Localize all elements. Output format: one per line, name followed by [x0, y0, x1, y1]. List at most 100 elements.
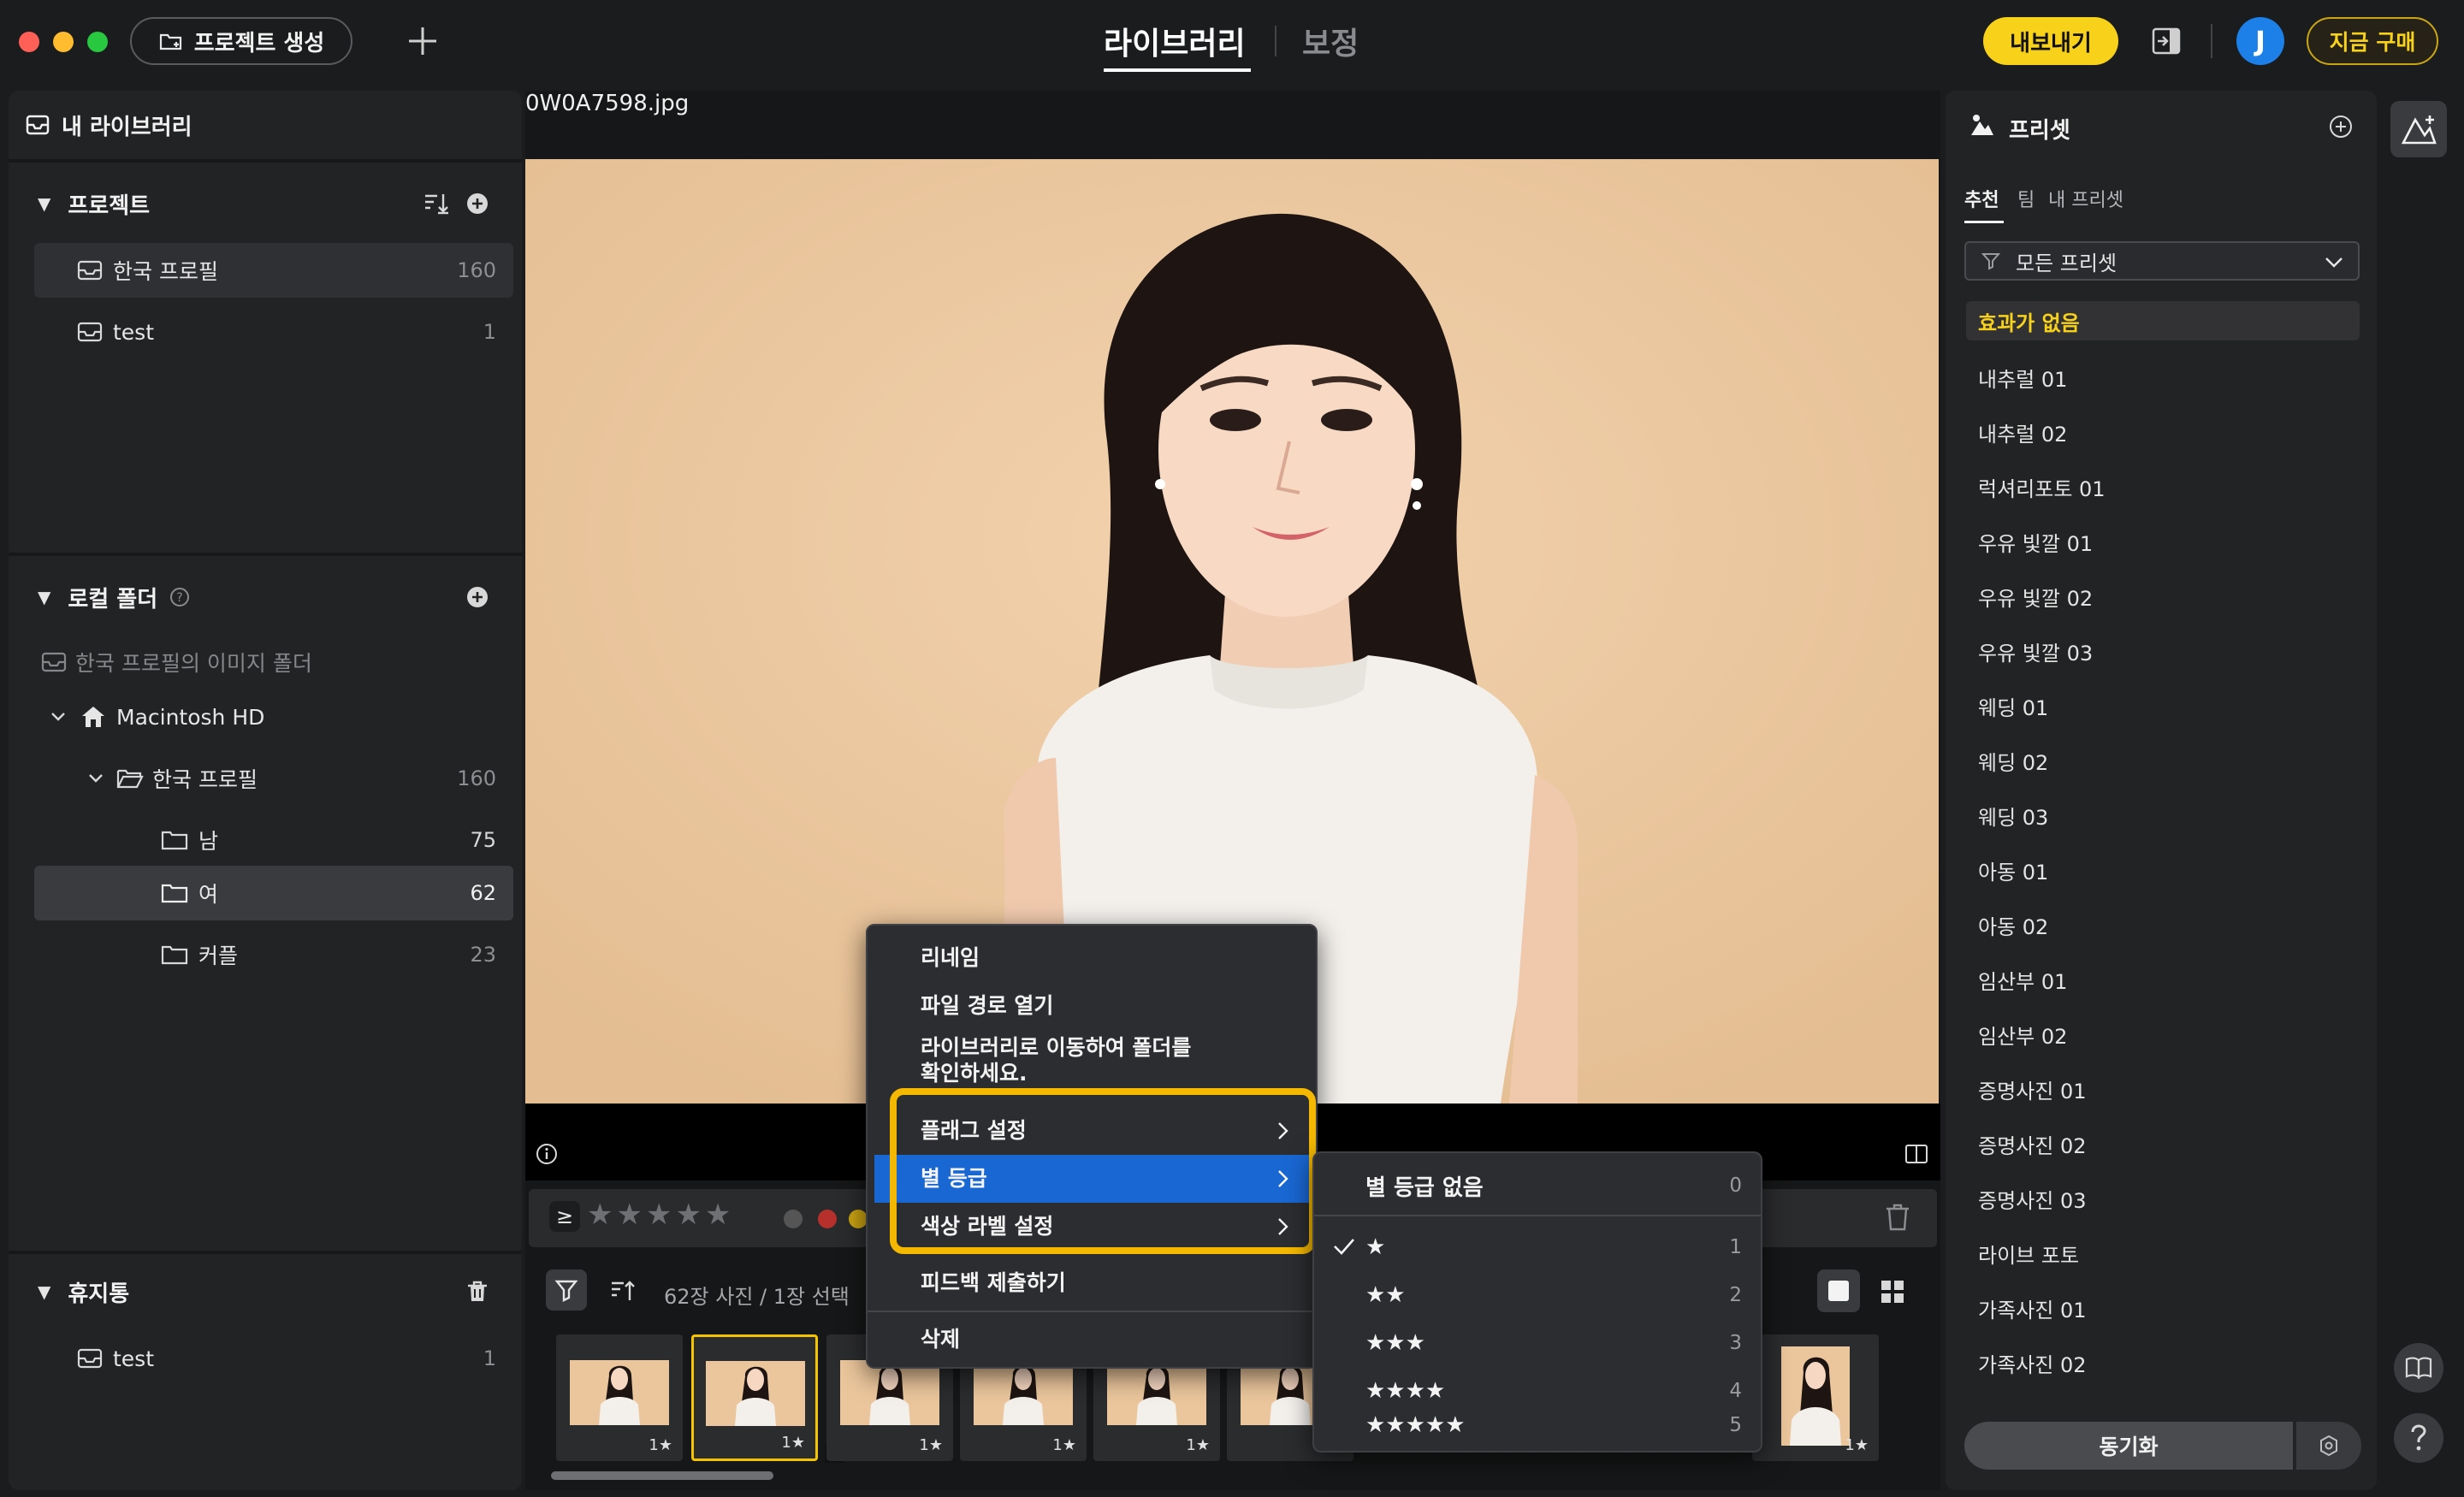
- trash-section-header[interactable]: ▼ 휴지통: [9, 1257, 522, 1326]
- preset-item[interactable]: 증명사진 02: [1966, 1124, 2360, 1163]
- collapse-triangle-icon[interactable]: ▼: [38, 193, 50, 214]
- sync-button[interactable]: 동기화: [1964, 1422, 2293, 1470]
- collapse-triangle-icon[interactable]: ▼: [38, 587, 50, 607]
- submenu-item-1-star[interactable]: ★ 1: [1314, 1223, 1761, 1271]
- project-item-test[interactable]: test 1: [34, 305, 513, 359]
- guide-button[interactable]: [2394, 1343, 2443, 1393]
- active-tab-indicator: [1104, 68, 1251, 72]
- tab-edit[interactable]: 보정: [1302, 19, 1359, 63]
- folder-item-male[interactable]: 남 75: [34, 813, 513, 867]
- tab-team[interactable]: 팀: [2017, 185, 2035, 212]
- export-button[interactable]: 내보내기: [1983, 17, 2118, 65]
- minimize-window-button[interactable]: [53, 32, 74, 52]
- trash-item-test[interactable]: test 1: [34, 1331, 513, 1386]
- drive-item-macintosh-hd[interactable]: Macintosh HD: [34, 689, 513, 744]
- preset-item[interactable]: 가족사진 02: [1966, 1343, 2360, 1382]
- thumbnail[interactable]: 1★: [1752, 1334, 1879, 1461]
- submenu-shortcut: 4: [1729, 1380, 1742, 1402]
- trash-icon[interactable]: [465, 1280, 489, 1304]
- color-label-filter-yellow[interactable]: [849, 1210, 868, 1228]
- chevron-down-icon[interactable]: [50, 708, 67, 725]
- tab-my-presets[interactable]: 내 프리셋: [2048, 185, 2123, 212]
- preset-item[interactable]: 우유 빛깔 02: [1966, 577, 2360, 616]
- avatar[interactable]: J: [2236, 17, 2284, 65]
- presets-rail-button[interactable]: [2390, 101, 2447, 157]
- thumbnail-selected[interactable]: 1★: [691, 1334, 818, 1461]
- color-label-filter-none[interactable]: [784, 1210, 803, 1228]
- add-preset-icon[interactable]: [2329, 115, 2353, 139]
- menu-item-rename[interactable]: 리네임: [868, 939, 1316, 977]
- project-count: 1: [483, 320, 496, 344]
- compare-view-icon[interactable]: [1904, 1143, 1928, 1165]
- folder-hint-icon: [41, 652, 67, 672]
- color-label-filter-red[interactable]: [818, 1210, 837, 1228]
- add-folder-icon[interactable]: [465, 585, 489, 609]
- grid-view-icon[interactable]: [1881, 1280, 1904, 1304]
- thumbnail-rating: 1★: [919, 1436, 943, 1454]
- buy-now-button[interactable]: 지금 구매: [2307, 17, 2438, 65]
- preset-item[interactable]: 우유 빛깔 01: [1966, 522, 2360, 561]
- project-item-korean-profile[interactable]: 한국 프로필 160: [34, 243, 513, 298]
- folder-item-korean-profile[interactable]: 한국 프로필 160: [34, 751, 513, 806]
- menu-item-open-file-path[interactable]: 파일 경로 열기: [868, 987, 1316, 1025]
- preset-item[interactable]: 증명사진 03: [1966, 1179, 2360, 1218]
- preset-item[interactable]: 내추럴 02: [1966, 412, 2360, 452]
- folder-item-couple[interactable]: 커플 23: [34, 927, 513, 982]
- rating-comparator-button[interactable]: ≥: [549, 1201, 580, 1232]
- help-icon[interactable]: ?: [169, 587, 190, 607]
- menu-item-go-to-library[interactable]: 라이브러리로 이동하여 폴더를 확인하세요.: [868, 1035, 1316, 1088]
- local-folders-section-header[interactable]: ▼ 로컬 폴더 ?: [9, 563, 522, 631]
- new-project-button[interactable]: 프로젝트 생성: [130, 17, 352, 65]
- single-view-button[interactable]: [1817, 1269, 1860, 1312]
- tab-library[interactable]: 라이브러리: [1104, 19, 1246, 63]
- preset-filter-label: 모든 프리셋: [2016, 251, 2118, 275]
- preset-item[interactable]: 아동 01: [1966, 850, 2360, 890]
- preset-item[interactable]: 웨딩 03: [1966, 796, 2360, 835]
- preset-item[interactable]: 라이브 포토: [1966, 1234, 2360, 1273]
- preset-filter-dropdown[interactable]: 모든 프리셋: [1964, 241, 2360, 281]
- projects-section-header[interactable]: ▼ 프로젝트: [9, 169, 522, 238]
- folder-item-female[interactable]: 여 62: [34, 866, 513, 920]
- add-tab-button[interactable]: [400, 19, 445, 63]
- tab-recommended[interactable]: 추천: [1964, 185, 1999, 212]
- panel-toggle-icon[interactable]: [2151, 26, 2182, 56]
- preset-item[interactable]: 우유 빛깔 03: [1966, 631, 2360, 671]
- info-icon[interactable]: [536, 1143, 558, 1165]
- divider: [9, 553, 522, 556]
- preset-item[interactable]: 가족사진 01: [1966, 1288, 2360, 1328]
- close-window-button[interactable]: [19, 32, 39, 52]
- sort-icon[interactable]: [423, 190, 450, 217]
- menu-item-go-to-library-line1: 라이브러리로 이동하여 폴더를: [921, 1035, 1192, 1060]
- preset-item[interactable]: 웨딩 02: [1966, 741, 2360, 780]
- menu-item-delete[interactable]: 삭제: [868, 1316, 1316, 1364]
- zoom-window-button[interactable]: [87, 32, 108, 52]
- sync-settings-button[interactable]: [2296, 1422, 2361, 1470]
- add-project-icon[interactable]: [465, 192, 489, 216]
- submenu-item-2-stars[interactable]: ★★ 2: [1314, 1271, 1761, 1319]
- collapse-triangle-icon[interactable]: ▼: [38, 1281, 50, 1302]
- preset-item[interactable]: 증명사진 01: [1966, 1069, 2360, 1109]
- thumbnail[interactable]: 1★: [556, 1334, 683, 1461]
- library-title: 내 라이브러리: [62, 114, 192, 140]
- submenu-item-5-stars[interactable]: ★★★★★ 5: [1314, 1401, 1761, 1449]
- preset-item[interactable]: 내추럴 01: [1966, 358, 2360, 397]
- sort-icon[interactable]: [609, 1278, 637, 1304]
- preset-item[interactable]: 웨딩 01: [1966, 686, 2360, 725]
- preset-item[interactable]: 아동 02: [1966, 905, 2360, 944]
- filmstrip-scrollbar[interactable]: [551, 1471, 773, 1480]
- filter-button[interactable]: [546, 1269, 587, 1311]
- preset-item-no-effect[interactable]: 효과가 없음: [1966, 301, 2360, 340]
- preset-item[interactable]: 임산부 02: [1966, 1015, 2360, 1054]
- submenu-item-3-stars[interactable]: ★★★ 3: [1314, 1319, 1761, 1367]
- divider: [9, 159, 522, 163]
- trash-icon[interactable]: [1884, 1203, 1911, 1232]
- preset-item[interactable]: 임산부 01: [1966, 960, 2360, 999]
- star-filter[interactable]: ★★★★★: [587, 1198, 734, 1232]
- folder-label: 커플: [198, 944, 239, 968]
- submenu-item-no-rating[interactable]: 별 등급 없음 0: [1314, 1162, 1761, 1210]
- help-button[interactable]: [2394, 1413, 2443, 1463]
- menu-item-go-to-library-line2: 확인하세요.: [921, 1061, 1028, 1086]
- preset-item[interactable]: 럭셔리포토 01: [1966, 467, 2360, 506]
- menu-item-submit-feedback[interactable]: 피드백 제출하기: [868, 1259, 1316, 1307]
- chevron-down-icon[interactable]: [87, 770, 104, 787]
